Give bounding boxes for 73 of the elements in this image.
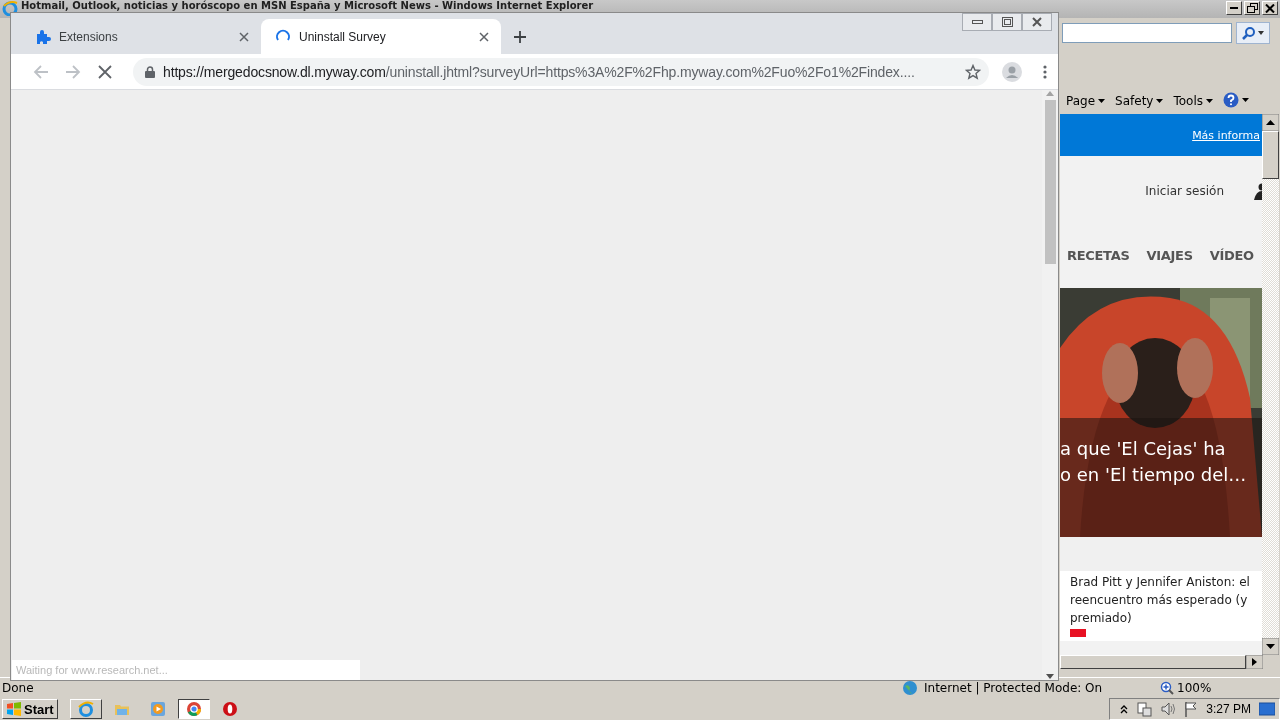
minimize-button[interactable] (962, 13, 992, 31)
menu-button[interactable]: Tools (1173, 94, 1213, 108)
back-arrow-icon (33, 63, 49, 80)
scroll-right-icon (1246, 655, 1263, 669)
zone-text: Internet | Protected Mode: On (924, 681, 1103, 695)
browser-tab[interactable]: Uninstall Survey (261, 19, 501, 54)
more-info-link[interactable]: Más informa (1192, 128, 1262, 142)
speaker-icon[interactable] (1160, 701, 1177, 717)
ie-logo-icon (2, 0, 18, 16)
tag-badge (1070, 629, 1086, 637)
minimize-icon (1230, 7, 1238, 9)
flag-icon[interactable] (1184, 701, 1199, 717)
network-icon[interactable] (1136, 701, 1153, 717)
nav-link[interactable]: RECETAS (1067, 247, 1130, 263)
address-bar[interactable]: https://mergedocsnow.dl.myway.com/uninstall.jhtml?surveyUrl=https%3A%2F%2Fhp.myway.com%2Fuo%2Fo1%2Findex.... (133, 57, 989, 86)
taskbar-app-button[interactable] (177, 699, 210, 719)
star-icon[interactable] (965, 63, 981, 80)
nav-link[interactable]: VIAJES (1146, 247, 1193, 263)
zoom-control[interactable]: 100% (1160, 681, 1250, 695)
scrollbar[interactable] (1262, 114, 1279, 655)
caret-icon (1156, 99, 1164, 103)
media-player-icon (149, 701, 166, 717)
nav-link[interactable]: VÍDEO (1209, 247, 1254, 263)
scroll-down-icon (1046, 674, 1054, 680)
stop-icon (98, 64, 112, 79)
help-icon (1223, 92, 1239, 108)
close-icon (1032, 17, 1042, 27)
opera-logo-icon (221, 701, 238, 717)
search-field[interactable] (1062, 23, 1232, 43)
avatar-icon[interactable] (1002, 61, 1022, 82)
window-title: Hotmail, Outlook, noticias y horóscopo en MSN España y Microsoft News - Windows Internet Explorer (21, 0, 594, 11)
start-button[interactable]: Start (2, 699, 58, 719)
maximize-icon (1001, 17, 1013, 27)
search-icon (1242, 26, 1256, 40)
close-tab-button[interactable] (239, 31, 249, 42)
close-tab-button[interactable] (479, 31, 489, 42)
puzzle-icon (35, 28, 51, 45)
chrome-logo-icon (185, 701, 202, 717)
lock-icon (145, 65, 155, 78)
sign-in-link[interactable]: Iniciar sesión (1145, 184, 1224, 198)
menu-button[interactable]: Page (1066, 94, 1106, 108)
caret-icon (1098, 99, 1106, 103)
clock[interactable]: 3:27 PM (1206, 702, 1251, 716)
headline-text[interactable]: o en 'El tiempo del… (1060, 464, 1247, 486)
globe-icon (902, 680, 918, 696)
close-icon (479, 31, 489, 42)
menu-icon[interactable] (1043, 63, 1047, 80)
ie-logo-icon (77, 701, 94, 717)
windows-logo-icon (6, 701, 22, 717)
search-button[interactable] (1236, 22, 1270, 44)
browser-tab[interactable]: Extensions (21, 19, 261, 54)
minimize-icon (971, 20, 983, 24)
close-button[interactable] (1022, 13, 1052, 31)
new-tab-icon[interactable] (513, 29, 527, 44)
scroll-thumb[interactable] (1044, 100, 1056, 264)
caret-icon (1258, 31, 1264, 35)
restore-button[interactable] (1244, 1, 1260, 15)
caret-icon (1242, 98, 1249, 102)
menu-button[interactable]: Safety (1115, 94, 1164, 108)
maximize-button[interactable] (992, 13, 1022, 31)
status-bubble: Waiting for www.research.net... (12, 660, 360, 680)
caret-icon (1206, 99, 1213, 103)
close-icon (1265, 3, 1275, 13)
forward-arrow-icon (65, 63, 81, 80)
close-icon (239, 31, 249, 42)
user-icon (1254, 182, 1262, 200)
zoom-icon (1160, 681, 1174, 695)
help-button[interactable] (1223, 92, 1249, 108)
chevron-up-icon[interactable] (1120, 704, 1129, 714)
status-text: Done (1, 681, 35, 695)
headline-text[interactable]: a que 'El Cejas' ha (1060, 438, 1247, 460)
restore-icon (1246, 3, 1258, 13)
scrollbar[interactable] (1042, 90, 1058, 680)
